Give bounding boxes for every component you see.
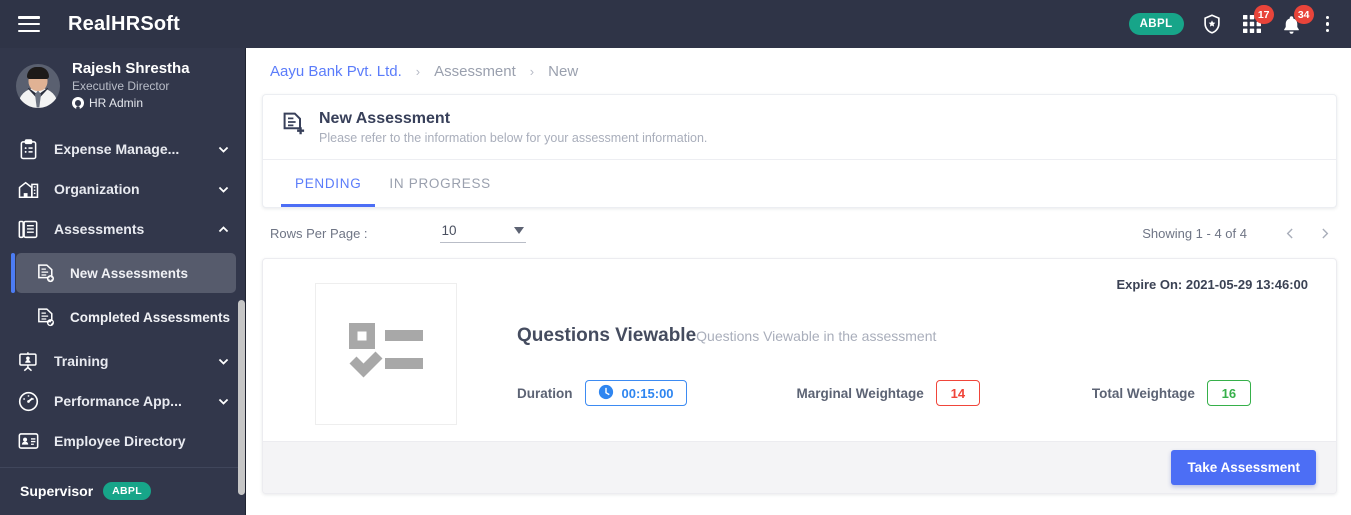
sidebar-item-organization[interactable]: Organization: [0, 169, 246, 209]
sidebar-item-training[interactable]: Training: [0, 341, 246, 381]
org-badge[interactable]: ABPL: [1128, 13, 1184, 35]
rows-per-page-label: Rows Per Page :: [270, 225, 368, 241]
assessment-new-icon: [281, 111, 307, 137]
profile-tag: HR Admin: [72, 95, 190, 111]
top-bar: RealHRSoft ABPL 17 34: [0, 0, 1351, 48]
chevron-down-icon[interactable]: [217, 143, 230, 156]
profile-name: Rajesh Shrestha: [72, 60, 190, 77]
tab-in-progress[interactable]: IN PROGRESS: [375, 160, 504, 207]
breadcrumb-current: New: [548, 62, 579, 80]
rows-per-page-select[interactable]: 10: [439, 223, 526, 243]
apps-badge-count: 17: [1253, 5, 1274, 24]
panel-header: New Assessment Please refer to the infor…: [263, 95, 1336, 159]
marginal-weightage-label: Marginal Weightage: [796, 385, 924, 401]
sidebar-item-performance-appraisal[interactable]: Performance App...: [0, 381, 246, 421]
sidebar: Rajesh Shrestha Executive Director HR Ad…: [0, 48, 246, 515]
duration-label: Duration: [517, 385, 573, 401]
sidebar-item-new-assessments[interactable]: New Assessments: [11, 253, 236, 293]
tab-bar: PENDING IN PROGRESS: [263, 159, 1336, 207]
top-bar-actions: ABPL 17 34: [1128, 5, 1351, 36]
sidebar-scrollbar[interactable]: [238, 300, 245, 495]
app-brand: RealHRSoft: [68, 12, 181, 35]
sidebar-item-label: Training: [54, 353, 109, 369]
hamburger-icon[interactable]: [18, 16, 40, 32]
marginal-weightage-value: 14: [935, 380, 980, 406]
id-card-icon: [16, 430, 40, 452]
bell-icon[interactable]: 34: [1280, 5, 1314, 36]
breadcrumb-root[interactable]: Aayu Bank Pvt. Ltd.: [270, 63, 402, 80]
bell-badge-count: 34: [1293, 5, 1314, 24]
page-title: New Assessment: [319, 110, 451, 127]
document-plus-icon: [34, 263, 56, 283]
checklist-placeholder-icon: [347, 321, 425, 388]
sidebar-item-label: Expense Manage...: [54, 141, 180, 157]
chevron-down-icon[interactable]: [217, 355, 230, 368]
chevron-down-icon[interactable]: [217, 395, 230, 408]
sidebar-item-assessments[interactable]: Assessments: [0, 209, 246, 249]
assessment-subtitle: Questions Viewable in the assessment: [696, 328, 937, 344]
document-check-icon: [34, 307, 56, 327]
assessment-card-footer: Take Assessment: [263, 441, 1336, 493]
breadcrumb: Aayu Bank Pvt. Ltd. › Assessment › New: [246, 48, 1351, 94]
chevron-right-icon: ›: [529, 63, 535, 79]
page-subtitle: Please refer to the information below fo…: [319, 131, 708, 145]
building-icon: [16, 178, 40, 200]
page-header-panel: New Assessment Please refer to the infor…: [262, 94, 1337, 208]
sidebar-nav: Expense Manage... Organization Assessmen…: [0, 123, 246, 514]
sidebar-item-label: Assessments: [54, 221, 145, 237]
assessment-thumbnail: [315, 283, 457, 425]
duration-value: 00:15:00: [621, 385, 674, 401]
assessment-meta-row: Duration 00:15:00 Marginal Weightage 14 …: [517, 380, 1316, 406]
presentation-icon: [16, 350, 40, 372]
tab-pending[interactable]: PENDING: [281, 160, 376, 207]
user-profile[interactable]: Rajesh Shrestha Executive Director HR Ad…: [0, 48, 246, 123]
pagination-prev-button[interactable]: [1277, 220, 1303, 246]
sidebar-item-completed-assessments[interactable]: Completed Assessments: [16, 297, 236, 337]
rows-per-page-value: 10: [441, 223, 457, 238]
assessment-details: Expire On: 2021-05-29 13:46:00 Questions…: [457, 277, 1316, 425]
sidebar-item-label: Employee Directory: [54, 433, 186, 449]
apps-grid-icon[interactable]: 17: [1240, 5, 1274, 36]
assessment-title: Questions Viewable: [517, 325, 697, 346]
breadcrumb-middle[interactable]: Assessment: [434, 63, 516, 80]
supervisor-badge: ABPL: [103, 482, 151, 500]
sidebar-item-label: Organization: [54, 181, 140, 197]
shield-star-icon[interactable]: [1200, 12, 1224, 36]
assessment-card-body: Expire On: 2021-05-29 13:46:00 Questions…: [263, 259, 1336, 441]
documents-icon: [16, 218, 40, 240]
profile-role: Executive Director: [72, 79, 170, 93]
more-vertical-icon[interactable]: [1320, 14, 1336, 35]
assessment-expire: Expire On: 2021-05-29 13:46:00: [1116, 277, 1309, 292]
sidebar-item-employee-directory[interactable]: Employee Directory: [0, 421, 246, 461]
chevron-down-icon[interactable]: [217, 183, 230, 196]
clipboard-icon: [16, 138, 40, 160]
take-assessment-button[interactable]: Take Assessment: [1171, 450, 1316, 485]
chevron-right-icon: ›: [415, 63, 421, 79]
sidebar-supervisor[interactable]: Supervisor ABPL: [0, 468, 246, 514]
showing-count: Showing 1 - 4 of 4: [1142, 225, 1247, 241]
sidebar-item-label: New Assessments: [70, 265, 189, 281]
sidebar-item-label: Completed Assessments: [70, 309, 231, 325]
pagination-next-button[interactable]: [1311, 220, 1337, 246]
total-weightage-label: Total Weightage: [1091, 385, 1195, 401]
assessment-title-row: Questions Viewable Questions Viewable in…: [517, 325, 1316, 347]
list-toolbar: Rows Per Page : 10 Showing 1 - 4 of 4: [246, 208, 1351, 258]
total-weightage-value: 16: [1206, 380, 1251, 406]
chevron-up-icon[interactable]: [217, 223, 230, 236]
sidebar-item-label: Performance App...: [54, 393, 182, 409]
assessment-card: Expire On: 2021-05-29 13:46:00 Questions…: [262, 258, 1337, 494]
main-content: Aayu Bank Pvt. Ltd. › Assessment › New N…: [246, 48, 1351, 515]
supervisor-label: Supervisor: [20, 483, 94, 499]
profile-tag-label: HR Admin: [89, 96, 144, 110]
sidebar-item-expense-management[interactable]: Expense Manage...: [0, 129, 246, 169]
user-circle-icon: [72, 97, 84, 109]
pagination: Showing 1 - 4 of 4: [1142, 220, 1337, 246]
clock-icon: [598, 384, 614, 403]
duration-chip: 00:15:00: [584, 380, 687, 406]
chevron-down-icon: [513, 227, 524, 234]
avatar: [16, 63, 60, 108]
gauge-icon: [16, 390, 40, 412]
